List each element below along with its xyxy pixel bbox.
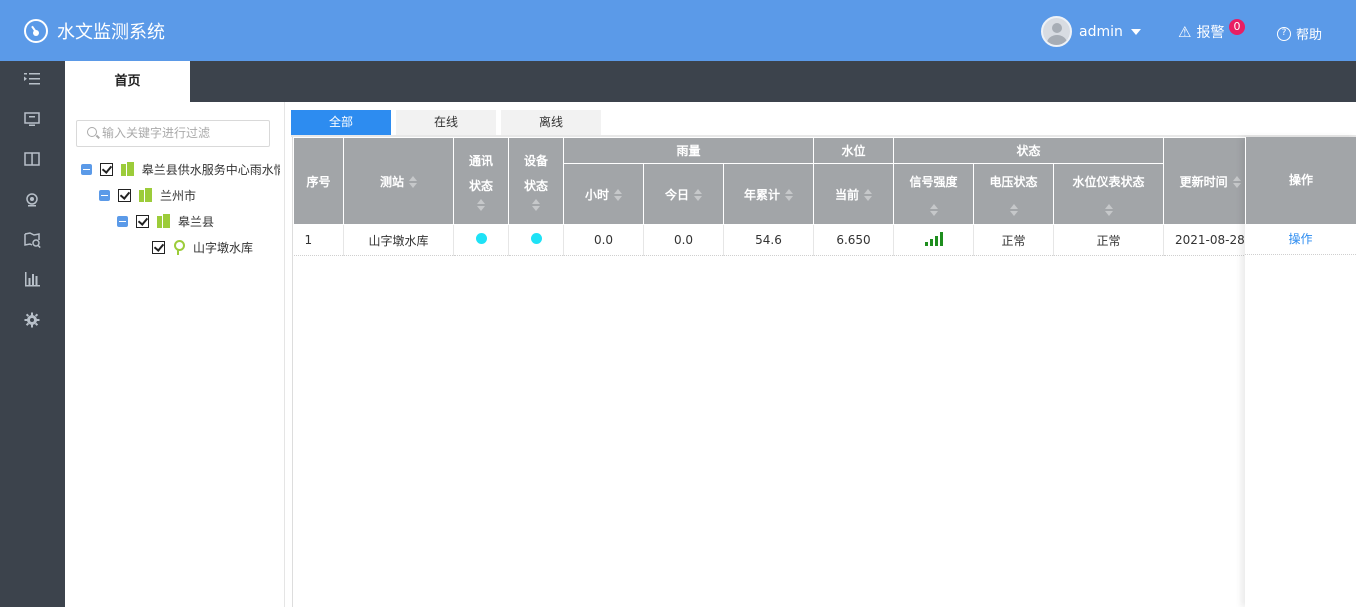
status-filter-tabs: 全部 在线 离线 — [291, 110, 606, 135]
cell-voltage: 正常 — [973, 224, 1054, 256]
sort-icon[interactable] — [1104, 203, 1113, 216]
tree-node-station[interactable]: 山字墩水库 — [152, 238, 253, 256]
cell-hour: 0.0 — [563, 224, 644, 256]
collapse-icon[interactable] — [81, 163, 92, 175]
sort-icon[interactable] — [1009, 203, 1018, 216]
col-index: 序号 — [293, 137, 344, 225]
col-gauge[interactable]: 水位仪表状态 — [1053, 163, 1164, 225]
sort-icon[interactable] — [694, 189, 702, 201]
cell-comm-status — [453, 224, 509, 256]
sort-icon[interactable] — [1232, 176, 1241, 188]
tree-node-root[interactable]: 皋兰县供水服务中心雨水情 — [81, 160, 280, 178]
tree-node-label: 兰州市 — [160, 188, 197, 203]
tree-node-label: 皋兰县供水服务中心雨水情 — [141, 162, 280, 177]
signal-strength-icon — [924, 231, 943, 246]
sort-icon[interactable] — [532, 198, 540, 211]
search-icon — [87, 127, 97, 137]
cell-station: 山字墩水库 — [343, 224, 454, 256]
tree-checkbox[interactable] — [136, 214, 149, 228]
cell-today: 0.0 — [643, 224, 724, 256]
tree-node-county[interactable]: 皋兰县 — [117, 212, 214, 230]
app-title: 水文监测系统 — [57, 22, 165, 43]
tree-checkbox[interactable] — [152, 240, 165, 254]
tree-filter-input[interactable] — [102, 123, 262, 143]
sort-icon[interactable] — [785, 189, 793, 201]
sort-icon[interactable] — [614, 189, 622, 201]
col-action: 操作 — [1245, 137, 1356, 224]
col-year-total[interactable]: 年累计 — [723, 163, 814, 225]
cell-signal — [893, 224, 974, 256]
col-comm-status[interactable]: 通讯 状态 — [453, 137, 509, 225]
col-current[interactable]: 当前 — [813, 163, 894, 225]
alarm-label: 报警 — [1196, 25, 1225, 41]
filter-tab-online[interactable]: 在线 — [396, 110, 496, 135]
sort-icon[interactable] — [929, 203, 938, 216]
alarm-icon: ⚠ — [1178, 23, 1192, 41]
sort-icon[interactable] — [477, 198, 485, 211]
fixed-action-column: 操作 操作 — [1245, 137, 1356, 607]
cell-current: 6.650 — [813, 224, 894, 256]
action-cell: 操作 — [1245, 224, 1356, 255]
station-icon[interactable] — [23, 192, 41, 210]
col-signal[interactable]: 信号强度 — [893, 163, 974, 225]
table-row[interactable]: 1 山字墩水库 0.0 0.0 54.6 6.650 正常 正常 2021-08… — [293, 224, 1258, 256]
alarm-button[interactable]: ⚠ 报警 0 — [1178, 19, 1245, 42]
col-device-status[interactable]: 设备 状态 — [508, 137, 564, 225]
tree-node-label: 皋兰县 — [178, 214, 215, 229]
cell-updated: 2021-08-28 0 — [1163, 224, 1258, 256]
col-group-water-level: 水位 — [813, 137, 894, 164]
collapse-icon[interactable] — [117, 215, 128, 227]
station-table: 序号 测站 通讯 状态 设备 状态 雨量 水位 状态 更新时间 小时 今日 年累计 … — [292, 137, 1356, 607]
col-updated[interactable]: 更新时间 — [1162, 137, 1258, 225]
username: admin — [1079, 23, 1123, 40]
col-today[interactable]: 今日 — [643, 163, 724, 225]
tree-node-city[interactable]: 兰州市 — [99, 186, 196, 204]
cell-device-status — [508, 224, 564, 256]
row-action-link[interactable]: 操作 — [1288, 232, 1312, 246]
col-group-rainfall: 雨量 — [563, 137, 814, 164]
top-header: 水文监测系统 admin ⚠ 报警 0 ? 帮助 — [0, 0, 1356, 61]
online-status-dot — [530, 233, 542, 244]
col-station[interactable]: 测站 — [343, 137, 454, 225]
building-icon — [157, 214, 170, 228]
side-rail — [0, 61, 65, 607]
sort-icon[interactable] — [409, 176, 417, 188]
filter-tab-offline[interactable]: 离线 — [501, 110, 601, 135]
page-tab-bar: 首页 — [65, 61, 1356, 102]
building-icon — [139, 188, 152, 202]
alarm-count-badge: 0 — [1229, 19, 1245, 35]
help-button[interactable]: ? 帮助 — [1277, 24, 1322, 43]
gauge-icon — [24, 19, 48, 43]
tree-search[interactable] — [76, 120, 270, 147]
chevron-down-icon — [1130, 28, 1141, 35]
online-status-dot — [475, 233, 487, 244]
help-label: 帮助 — [1296, 28, 1323, 43]
menu-toggle-icon[interactable] — [23, 72, 41, 90]
map-search-icon[interactable] — [23, 232, 41, 250]
col-group-status: 状态 — [893, 137, 1164, 164]
cell-gauge: 正常 — [1053, 224, 1164, 256]
avatar — [1041, 16, 1072, 47]
monitor-icon[interactable] — [23, 112, 41, 130]
book-icon[interactable] — [23, 152, 41, 170]
station-tree-panel: 皋兰县供水服务中心雨水情 兰州市 皋兰县 山字墩水库 — [65, 102, 285, 607]
app-logo: 水文监测系统 — [24, 18, 165, 44]
tree-checkbox[interactable] — [99, 162, 113, 176]
col-hour[interactable]: 小时 — [563, 163, 644, 225]
help-icon: ? — [1277, 26, 1291, 41]
filter-tab-all[interactable]: 全部 — [291, 110, 391, 135]
cell-index: 1 — [293, 224, 344, 256]
tree-checkbox[interactable] — [118, 188, 131, 202]
location-pin-icon — [173, 239, 185, 255]
user-menu[interactable]: admin — [1041, 16, 1141, 47]
bar-chart-icon[interactable] — [23, 272, 41, 290]
sort-icon[interactable] — [864, 189, 872, 201]
gear-icon[interactable] — [23, 312, 41, 330]
tab-home[interactable]: 首页 — [65, 61, 190, 102]
col-voltage[interactable]: 电压状态 — [973, 163, 1054, 225]
building-icon — [120, 162, 134, 176]
tree-node-label: 山字墩水库 — [193, 240, 254, 255]
collapse-icon[interactable] — [99, 189, 110, 201]
cell-year-total: 54.6 — [723, 224, 814, 256]
